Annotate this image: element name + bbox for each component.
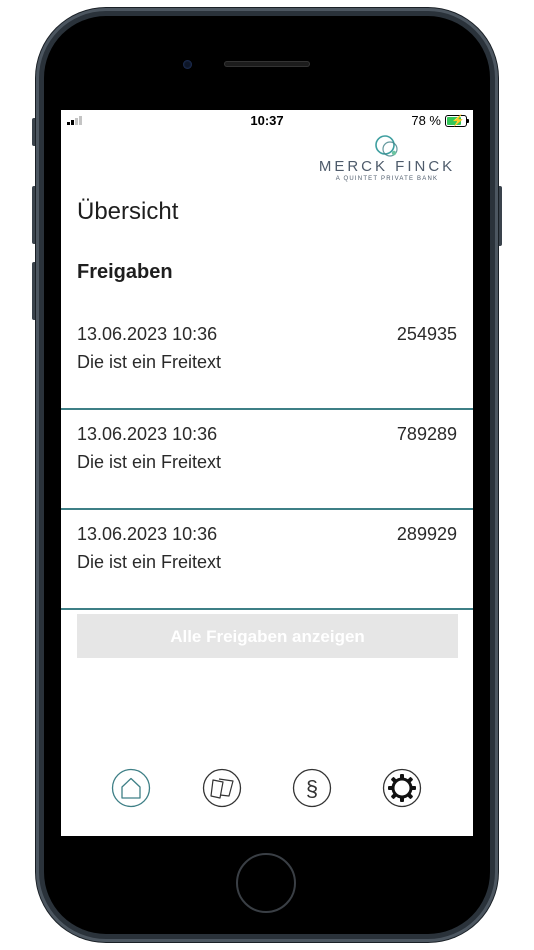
battery-nub [467,118,469,123]
approval-datetime: 13.06.2023 10:36 [77,424,218,444]
tab-legal[interactable]: § [292,768,332,808]
app-screen: 10:37 78 % ⚡ MERCK FINCK A QUINTET PRIVA… [61,110,473,836]
battery-icon: ⚡ [445,114,469,127]
home-button[interactable] [236,853,296,913]
approval-item[interactable]: 13.06.2023 10:36 789289 Die ist ein Frei… [61,410,473,510]
status-bar: 10:37 78 % ⚡ [61,110,473,132]
charging-bolt-icon: ⚡ [451,114,465,127]
svg-text:§: § [306,776,318,801]
approval-code: 254935 [396,324,457,344]
approval-item[interactable]: 13.06.2023 10:36 254935 Die ist ein Frei… [61,310,473,410]
battery-indicator: 78 % ⚡ [411,113,469,128]
approval-text: Die ist ein Freitext [77,552,222,572]
logo-name: MERCK FINCK [318,158,456,175]
device-mockup: 10:37 78 % ⚡ MERCK FINCK A QUINTET PRIVA… [0,0,534,950]
settings-gear-icon [382,768,422,808]
section-title: Freigaben [77,261,173,283]
approval-item[interactable]: 13.06.2023 10:36 289929 Die ist ein Frei… [61,510,473,610]
home-icon [111,768,151,808]
approval-code: 289929 [396,524,457,544]
tab-settings[interactable] [382,768,422,808]
documents-icon [202,768,242,808]
approvals-list: 13.06.2023 10:36 254935 Die ist ein Frei… [61,310,473,610]
approval-text: Die ist ein Freitext [77,452,222,472]
battery-percent: 78 % [411,113,441,128]
merck-finck-logo: MERCK FINCK A QUINTET PRIVATE BANK [317,132,457,182]
approval-datetime: 13.06.2023 10:36 [77,524,218,544]
paragraph-icon: § [292,768,332,808]
logo-mark-icon [375,135,398,157]
earpiece-speaker [224,61,310,67]
approval-text: Die ist ein Freitext [77,352,222,372]
tab-home[interactable] [111,768,151,808]
approval-code: 789289 [396,424,457,444]
logo-tagline: A QUINTET PRIVATE BANK [335,176,439,182]
tab-documents[interactable] [202,768,242,808]
approval-datetime: 13.06.2023 10:36 [77,324,218,344]
page-title: Übersicht [77,198,179,225]
front-camera [183,60,192,69]
tab-bar: § [61,768,473,812]
show-all-approvals-button[interactable]: Alle Freigaben anzeigen [77,614,458,658]
